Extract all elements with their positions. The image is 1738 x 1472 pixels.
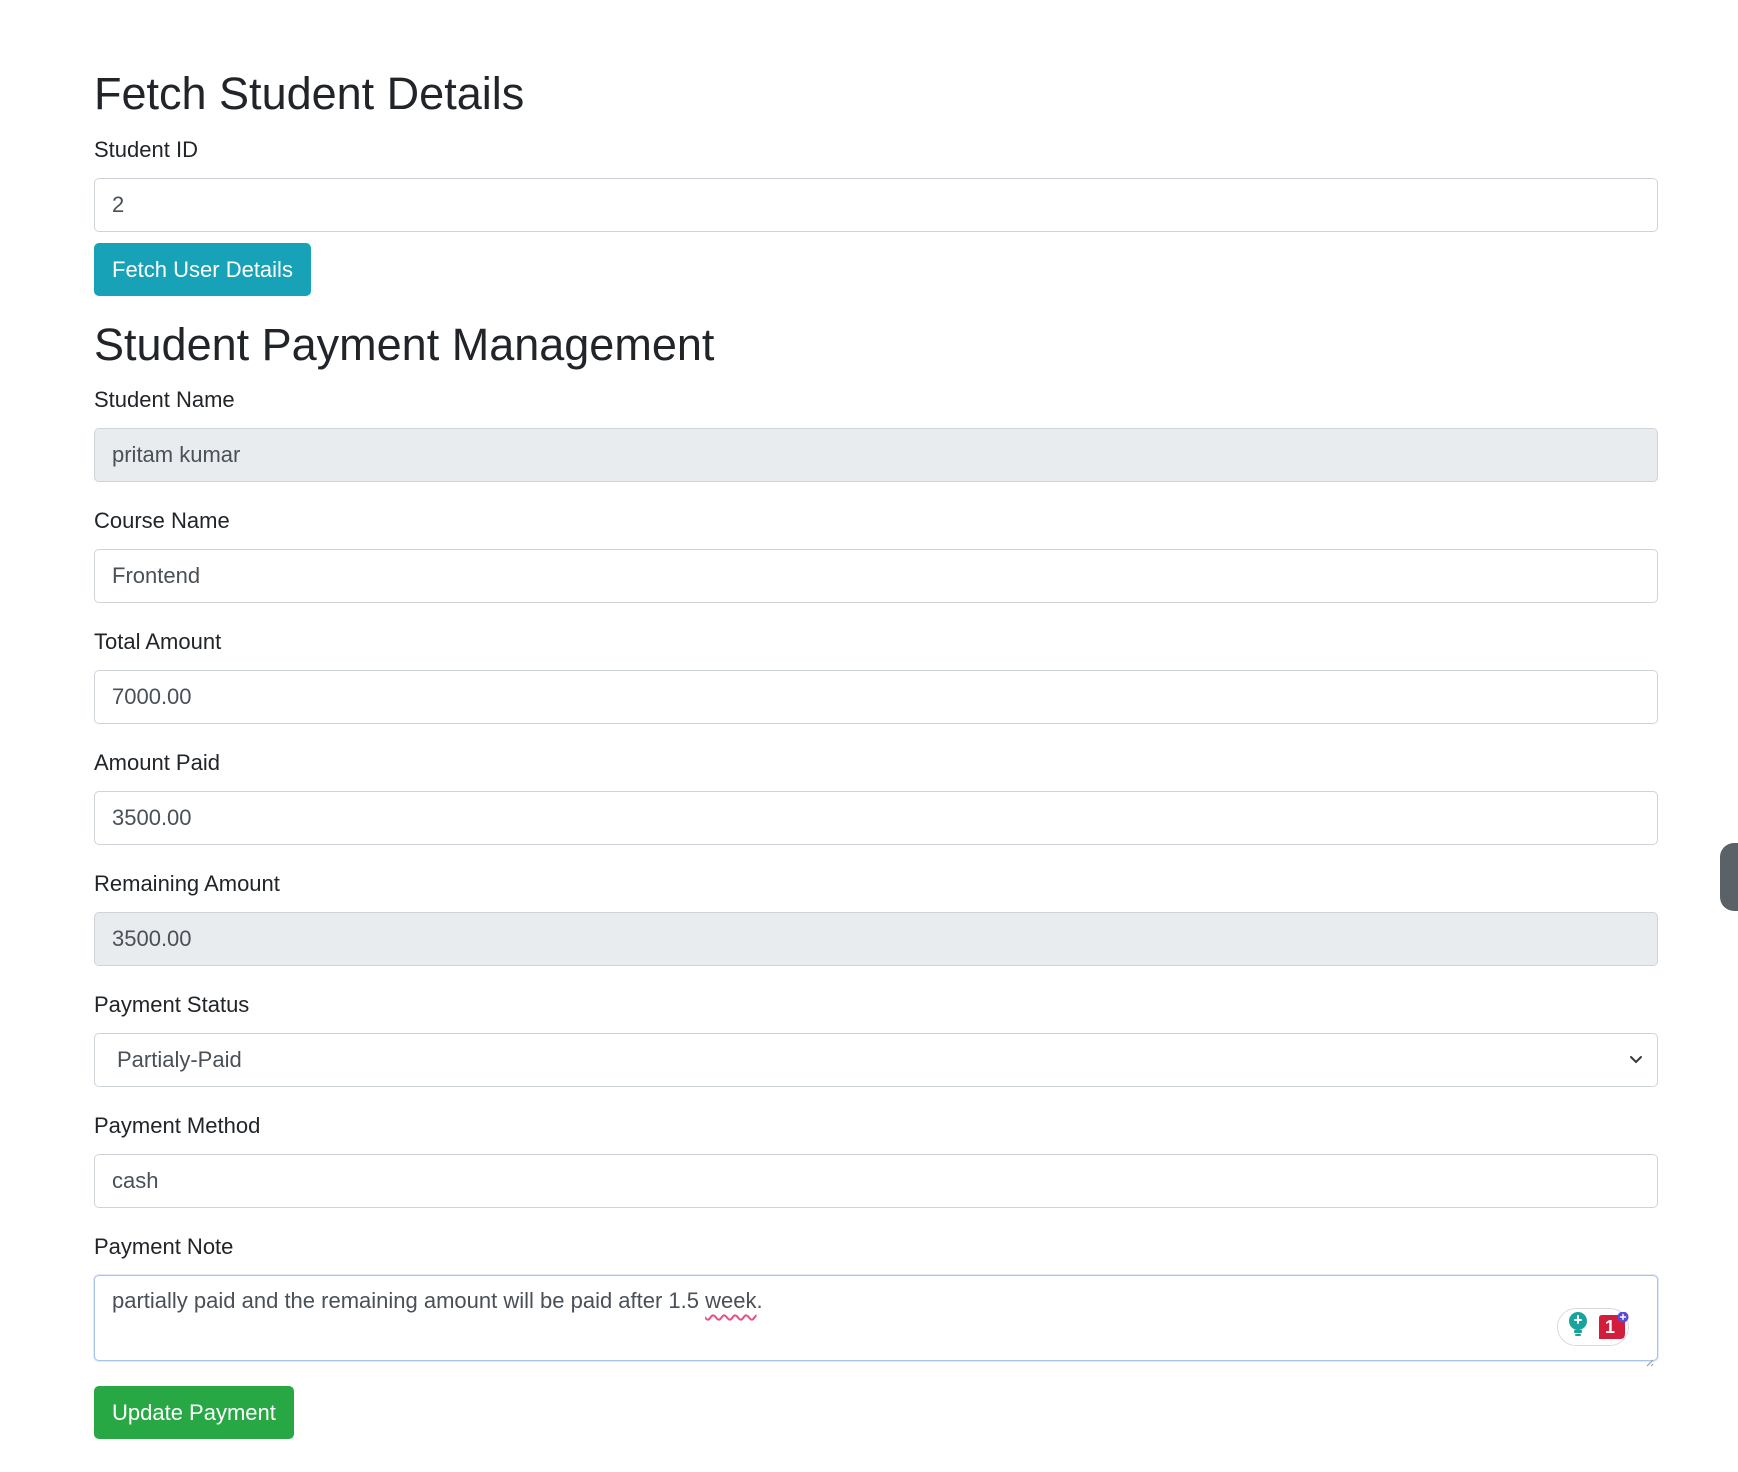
fetch-user-details-button[interactable]: Fetch User Details [94, 243, 311, 296]
student-name-field: Student Name pritam kumar [94, 386, 1658, 482]
course-name-input[interactable]: Frontend [94, 549, 1658, 603]
payment-note-misspelled-word[interactable]: week [705, 1288, 756, 1313]
total-amount-label: Total Amount [94, 629, 222, 654]
lightbulb-icon[interactable] [1566, 1310, 1590, 1344]
student-name-value: pritam kumar [112, 442, 241, 467]
resize-grip-icon[interactable] [1644, 1347, 1654, 1367]
course-name-label: Course Name [94, 508, 230, 533]
student-name-label: Student Name [94, 387, 235, 412]
total-amount-field: Total Amount 7000.00 [94, 628, 1658, 724]
grammar-extension-widget[interactable]: 1 [1557, 1308, 1629, 1346]
payment-note-text-before: partially paid and the remaining amount … [112, 1288, 706, 1313]
payment-status-field: Payment Status Partialy-Paid [94, 991, 1658, 1087]
payment-status-value: Partialy-Paid [117, 1047, 242, 1072]
remaining-amount-label: Remaining Amount [94, 871, 280, 896]
payment-note-field: Payment Note partially paid and the rema… [94, 1233, 1658, 1367]
course-name-value: Frontend [112, 563, 201, 588]
student-name-input: pritam kumar [94, 428, 1658, 482]
amount-paid-label: Amount Paid [94, 750, 220, 775]
side-panel-tab[interactable] [1720, 843, 1738, 911]
payment-status-select[interactable]: Partialy-Paid [94, 1033, 1658, 1087]
payment-note-label: Payment Note [94, 1234, 234, 1259]
total-amount-input[interactable]: 7000.00 [94, 670, 1658, 724]
error-count-text: 1 [1605, 1317, 1616, 1337]
payment-note-textarea[interactable]: partially paid and the remaining amount … [94, 1275, 1658, 1367]
payment-section-title: Student Payment Management [94, 319, 715, 370]
chevron-down-icon [1627, 1051, 1645, 1069]
student-id-label: Student ID [94, 137, 198, 162]
error-count-badge[interactable]: 1 [1596, 1312, 1629, 1342]
amount-paid-input[interactable]: 3500.00 [94, 791, 1658, 845]
student-id-value: 2 [112, 192, 125, 217]
payment-method-value: cash [112, 1168, 159, 1193]
payment-note-text-after: . [756, 1288, 763, 1313]
student-id-input[interactable]: 2 [94, 178, 1658, 232]
amount-paid-field: Amount Paid 3500.00 [94, 749, 1658, 845]
course-name-field: Course Name Frontend [94, 507, 1658, 603]
total-amount-value: 7000.00 [112, 684, 192, 709]
payment-method-label: Payment Method [94, 1113, 261, 1138]
remaining-amount-input: 3500.00 [94, 912, 1658, 966]
amount-paid-value: 3500.00 [112, 805, 192, 830]
payment-status-label: Payment Status [94, 992, 250, 1017]
fetch-section-title: Fetch Student Details [94, 68, 525, 119]
payment-method-input[interactable]: cash [94, 1154, 1658, 1208]
student-id-field: Student ID 2 [94, 136, 1658, 232]
remaining-amount-field: Remaining Amount 3500.00 [94, 870, 1658, 966]
remaining-amount-value: 3500.00 [112, 926, 192, 951]
update-payment-button[interactable]: Update Payment [94, 1386, 294, 1439]
payment-method-field: Payment Method cash [94, 1112, 1658, 1208]
